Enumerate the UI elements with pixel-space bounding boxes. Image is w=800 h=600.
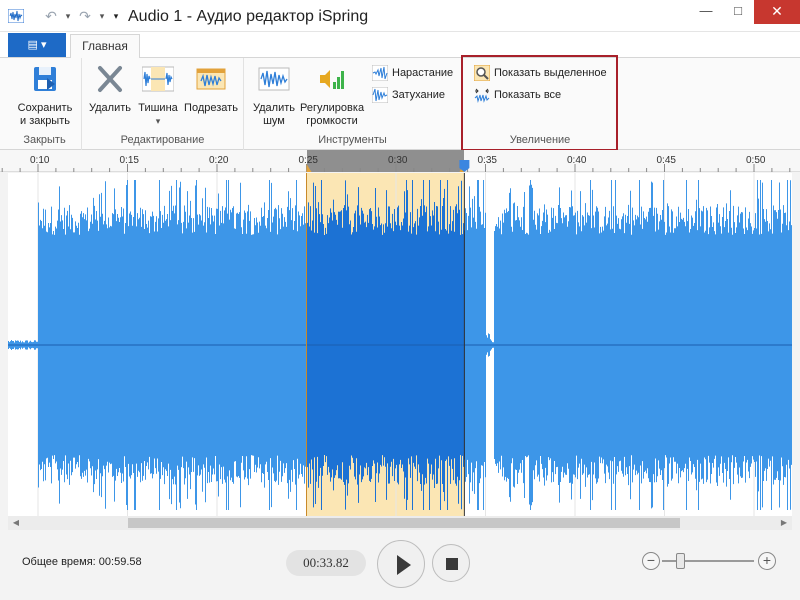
save-close-label-1: Сохранить xyxy=(17,102,73,114)
minimize-button[interactable]: — xyxy=(690,0,722,24)
volume-bars-icon xyxy=(320,70,344,89)
trim-button[interactable]: Подрезать xyxy=(182,64,240,115)
volume-label-1: Регулировка xyxy=(300,102,365,114)
customize-toolbar-icon[interactable]: ▾ xyxy=(110,7,122,25)
play-button[interactable] xyxy=(377,540,425,588)
tick-label: 0:40 xyxy=(567,155,587,166)
title-bar: ↶ ▾ ↷ ▾ ▾ Audio 1 - Аудио редактор iSpri… xyxy=(0,0,800,32)
noise-removal-icon xyxy=(258,67,290,91)
fade-in-icon xyxy=(372,65,388,81)
tick-label: 0:10 xyxy=(30,155,50,166)
app-waveform-icon xyxy=(8,9,24,23)
playback-bar: Общее время: 00:59.58 00:33.82 − + xyxy=(0,532,800,600)
play-icon xyxy=(397,555,411,575)
trim-icon xyxy=(196,68,226,90)
remove-noise-button[interactable]: Удалить шум xyxy=(250,64,298,128)
window-controls: — □ ✕ xyxy=(690,0,800,24)
delete-button[interactable]: Удалить xyxy=(86,64,134,115)
zoom-slider-thumb[interactable] xyxy=(676,553,686,569)
scroll-left-icon[interactable]: ◀ xyxy=(8,516,24,530)
group-label-close: Закрыть xyxy=(23,134,66,146)
undo-dropdown-icon[interactable]: ▾ xyxy=(62,7,74,25)
group-tools: Удалить шум Регулировка громкости Нараст… xyxy=(244,58,462,150)
undo-icon[interactable]: ↶ xyxy=(42,7,60,25)
tick-label: 0:20 xyxy=(209,155,229,166)
file-menu-button[interactable]: ▤ ▾ xyxy=(8,33,66,57)
save-and-close-button[interactable]: Сохранить и закрыть xyxy=(12,64,78,128)
remove-noise-label-2: шум xyxy=(263,115,285,127)
waveform-area[interactable] xyxy=(8,173,792,516)
zoom-in-button[interactable]: + xyxy=(758,552,776,570)
scroll-thumb[interactable] xyxy=(128,518,680,528)
redo-dropdown-icon[interactable]: ▾ xyxy=(96,7,108,25)
group-label-edit: Редактирование xyxy=(120,134,205,146)
group-close: Сохранить и закрыть Закрыть xyxy=(8,58,82,150)
window-title: Audio 1 - Аудио редактор iSpring xyxy=(128,8,369,25)
tick-label: 0:15 xyxy=(119,155,139,166)
trim-label: Подрезать xyxy=(184,102,238,114)
horizontal-scrollbar[interactable]: ◀ ▶ xyxy=(8,516,792,530)
volume-label-2: громкости xyxy=(306,115,358,127)
total-time: Общее время: 00:59.58 xyxy=(22,556,142,568)
close-button[interactable]: ✕ xyxy=(754,0,800,24)
stop-icon xyxy=(446,558,458,570)
silence-button[interactable]: Тишина ▾ xyxy=(136,64,180,128)
cut-icon xyxy=(98,66,122,92)
tick-label: 0:50 xyxy=(746,155,766,166)
remove-noise-label-1: Удалить xyxy=(253,102,295,114)
stop-button[interactable] xyxy=(432,544,470,582)
silence-icon xyxy=(141,66,175,92)
timeline-ruler[interactable]: 0:10 0:15 0:20 0:25 0:30 0:35 0:40 0:45 0:50 xyxy=(0,150,800,172)
maximize-button[interactable]: □ xyxy=(722,0,754,24)
fade-out-label: Затухание xyxy=(392,89,446,101)
redo-icon[interactable]: ↷ xyxy=(76,7,94,25)
zoom-group-highlight xyxy=(461,55,618,151)
group-edit: Удалить Тишина ▾ Подрезать Редактировани… xyxy=(82,58,244,150)
fade-in-label: Нарастание xyxy=(392,67,454,79)
tick-label: 0:35 xyxy=(477,155,497,166)
fade-in-button[interactable]: Нарастание xyxy=(372,64,453,82)
save-icon xyxy=(34,67,56,91)
waveform[interactable] xyxy=(8,173,792,516)
save-close-label-2: и закрыть xyxy=(20,115,70,127)
fade-out-icon xyxy=(372,87,388,103)
zoom-out-button[interactable]: − xyxy=(642,552,660,570)
total-time-value: 00:59.58 xyxy=(98,556,142,568)
tick-label: 0:30 xyxy=(388,155,408,166)
ribbon-tab-bar: ▤ ▾ Главная xyxy=(0,32,800,59)
total-time-label: Общее время: xyxy=(22,556,96,568)
scroll-right-icon[interactable]: ▶ xyxy=(776,516,792,530)
silence-label: Тишина xyxy=(138,102,178,114)
tick-label: 0:25 xyxy=(298,155,318,166)
tick-label: 0:45 xyxy=(656,155,676,166)
group-label-tools: Инструменты xyxy=(318,134,387,146)
delete-label: Удалить xyxy=(89,102,131,114)
tab-home[interactable]: Главная xyxy=(70,34,140,59)
silence-dropdown-icon: ▾ xyxy=(155,116,161,126)
ribbon: Сохранить и закрыть Закрыть Удалить Тиши… xyxy=(0,55,800,151)
quick-access-toolbar: ↶ ▾ ↷ ▾ ▾ xyxy=(42,6,122,26)
fade-out-button[interactable]: Затухание xyxy=(372,86,445,104)
current-time: 00:33.82 xyxy=(286,550,366,576)
volume-adjust-button[interactable]: Регулировка громкости xyxy=(300,64,364,128)
